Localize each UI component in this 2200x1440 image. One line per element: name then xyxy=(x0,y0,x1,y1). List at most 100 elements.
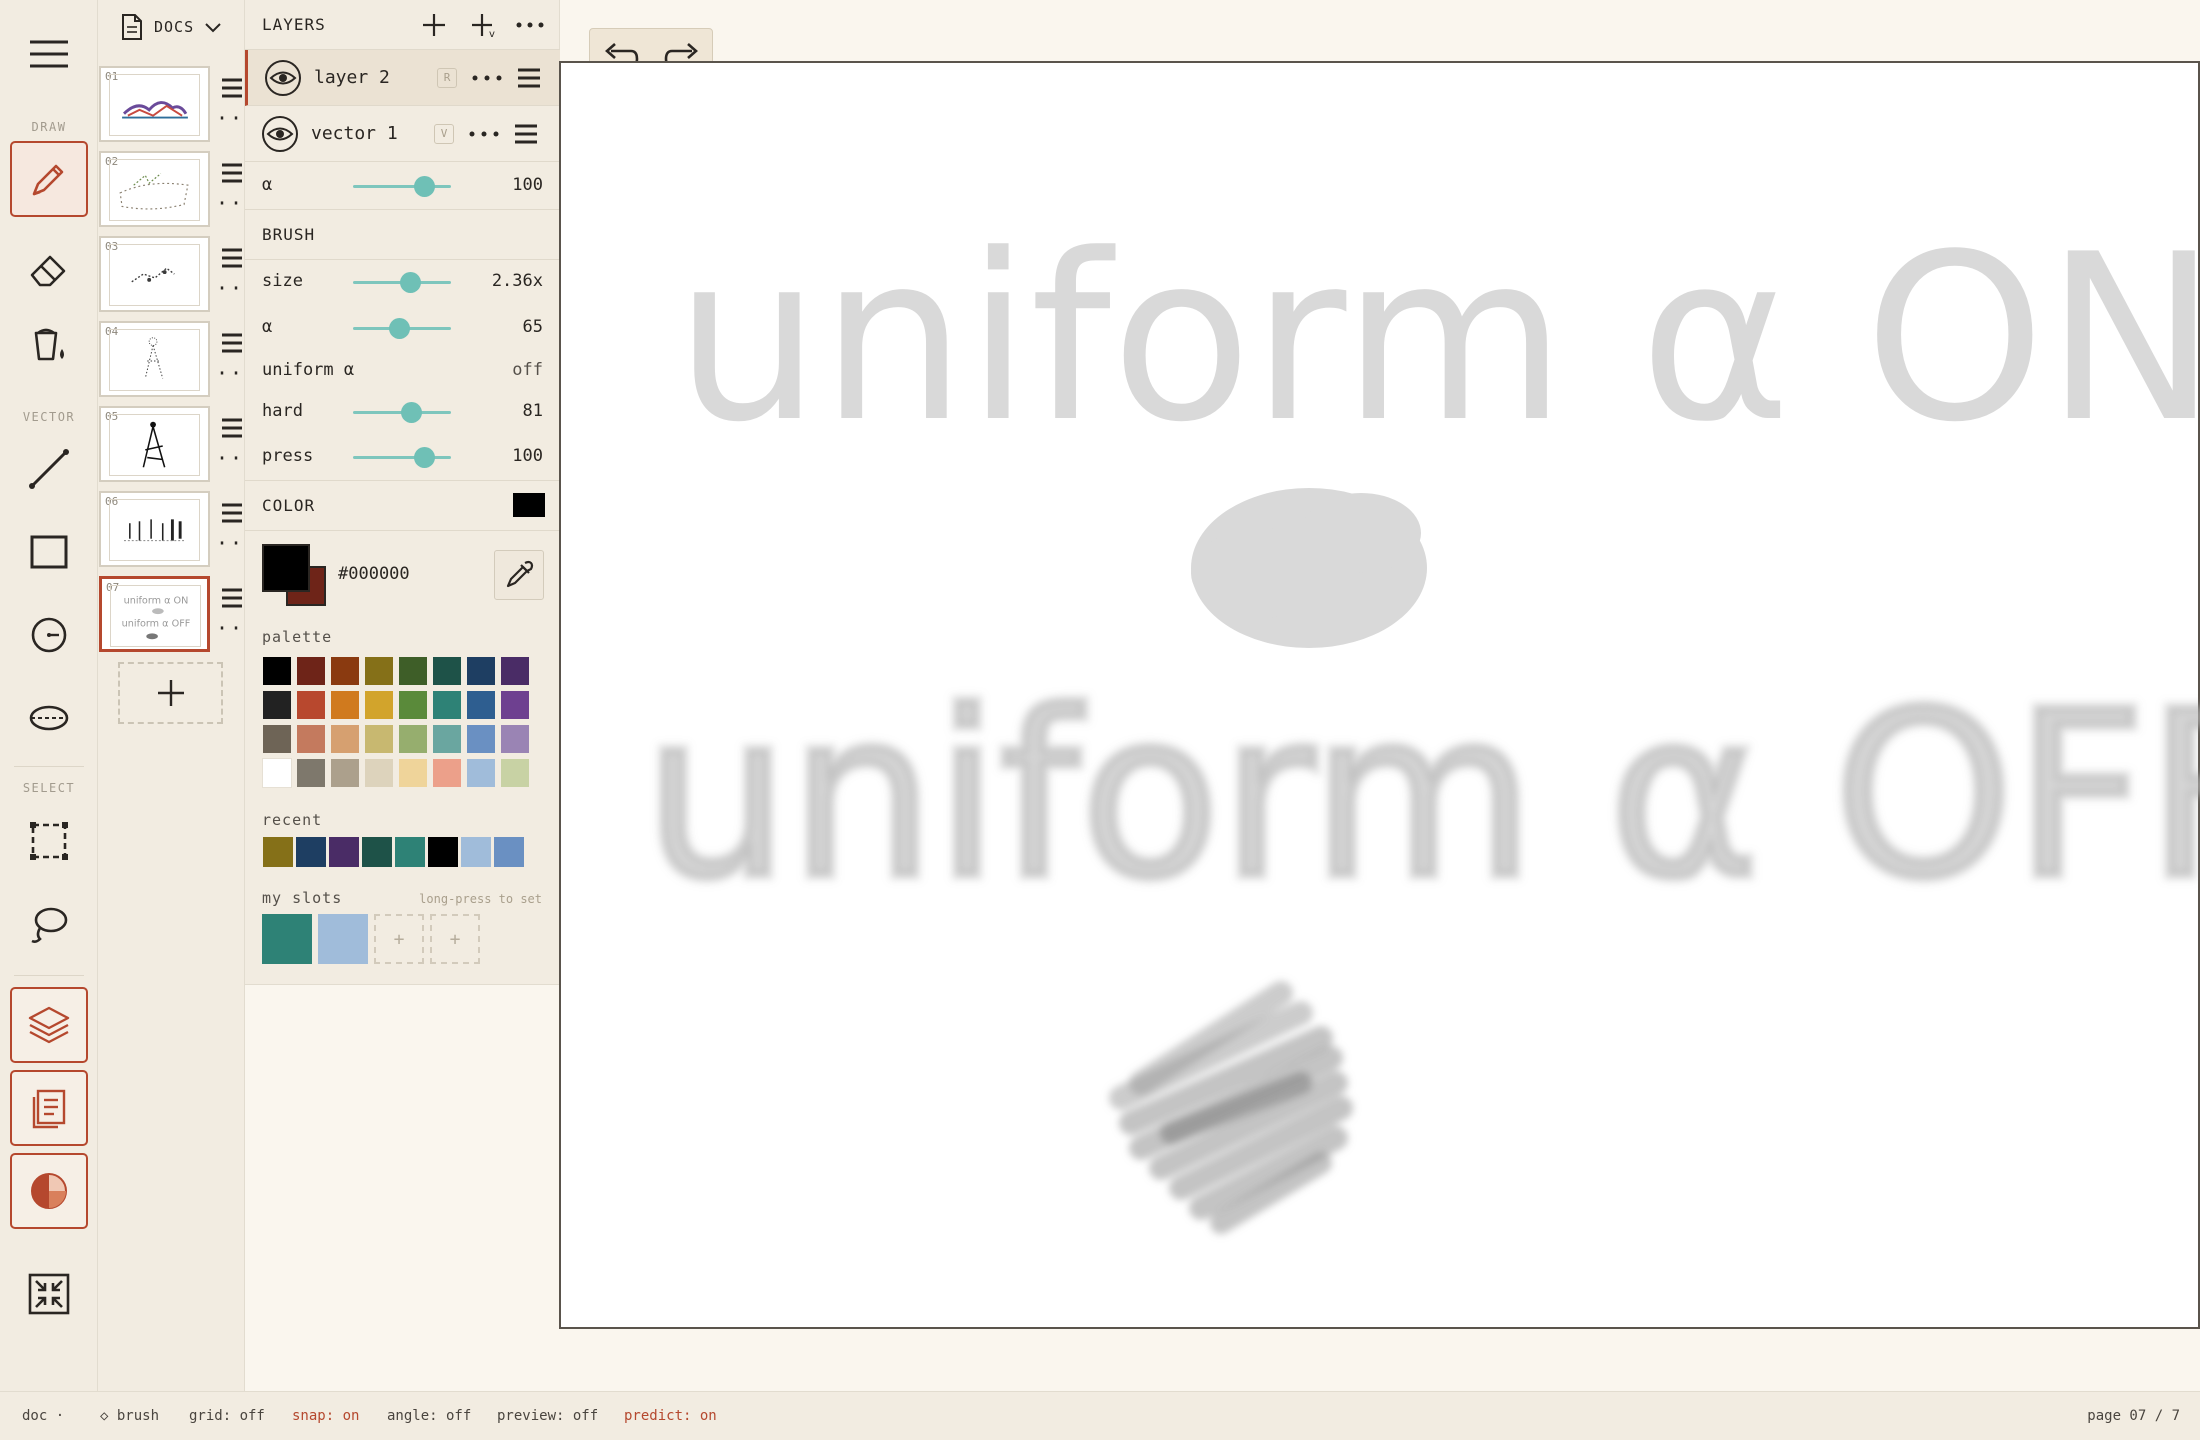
recent-swatch[interactable] xyxy=(427,836,459,868)
palette-swatch[interactable] xyxy=(364,656,394,686)
hex-value[interactable]: #000000 xyxy=(338,564,410,584)
palette-swatch[interactable] xyxy=(432,690,462,720)
palette-swatch[interactable] xyxy=(466,724,496,754)
palette-swatch[interactable] xyxy=(432,758,462,788)
status-angle[interactable]: angle: off xyxy=(387,1408,471,1424)
doc-drag-handle-icon[interactable] xyxy=(216,329,246,357)
color-slot[interactable] xyxy=(318,914,368,964)
palette-swatch[interactable] xyxy=(432,656,462,686)
palette-swatch[interactable] xyxy=(466,656,496,686)
brush-pressure-knob[interactable] xyxy=(413,447,435,468)
doc-thumbnail[interactable]: 03 xyxy=(99,236,210,312)
color-panel-toggle[interactable] xyxy=(10,1153,88,1229)
brush-alpha-knob[interactable] xyxy=(389,318,411,339)
palette-swatch[interactable] xyxy=(364,690,394,720)
visibility-eye-icon[interactable] xyxy=(261,115,299,153)
recent-swatch[interactable] xyxy=(262,836,294,868)
recent-swatch[interactable] xyxy=(361,836,393,868)
palette-swatch[interactable] xyxy=(262,690,292,720)
docs-dropdown[interactable]: DOCS xyxy=(120,12,222,42)
uniform-alpha-row[interactable]: uniform α off xyxy=(245,349,560,393)
palette-swatch[interactable] xyxy=(500,690,530,720)
drawing-canvas[interactable]: uniform α ON uniform α OFF xyxy=(559,61,2200,1329)
current-color-chip[interactable] xyxy=(513,493,545,517)
palette-swatch[interactable] xyxy=(262,758,292,788)
recent-swatch[interactable] xyxy=(394,836,426,868)
doc-thumbnail[interactable]: 04 xyxy=(99,321,210,397)
fill-tool-button[interactable] xyxy=(10,306,88,382)
status-snap[interactable]: snap: on xyxy=(292,1408,359,1424)
palette-swatch[interactable] xyxy=(364,724,394,754)
palette-swatch[interactable] xyxy=(398,724,428,754)
brush-hardness-knob[interactable] xyxy=(400,402,422,423)
palette-swatch[interactable] xyxy=(262,656,292,686)
lasso-tool-button[interactable] xyxy=(10,886,88,962)
doc-thumbnail[interactable]: 02 xyxy=(99,151,210,227)
recent-swatch[interactable] xyxy=(328,836,360,868)
add-doc-button[interactable] xyxy=(118,662,223,724)
palette-swatch[interactable] xyxy=(398,758,428,788)
primary-color-swatch[interactable] xyxy=(262,544,310,592)
palette-swatch[interactable] xyxy=(330,656,360,686)
add-layer-icon[interactable] xyxy=(421,12,447,38)
recent-swatch[interactable] xyxy=(493,836,525,868)
palette-swatch[interactable] xyxy=(296,656,326,686)
palette-swatch[interactable] xyxy=(364,758,394,788)
palette-swatch[interactable] xyxy=(330,724,360,754)
more-icon[interactable] xyxy=(515,20,545,30)
doc-more-icon[interactable]: ··· xyxy=(216,363,256,383)
menu-button[interactable] xyxy=(10,16,88,92)
layer-drag-handle-icon[interactable] xyxy=(511,119,541,149)
color-slot[interactable] xyxy=(262,914,312,964)
uniform-alpha-value[interactable]: off xyxy=(512,360,543,380)
pen-tool-button[interactable] xyxy=(10,141,88,217)
palette-swatch[interactable] xyxy=(432,724,462,754)
doc-more-icon[interactable]: ··· xyxy=(216,278,256,298)
layers-panel-toggle[interactable] xyxy=(10,987,88,1063)
circle-tool-button[interactable] xyxy=(10,597,88,673)
doc-drag-handle-icon[interactable] xyxy=(216,414,246,442)
doc-more-icon[interactable]: ··· xyxy=(216,448,256,468)
status-doc[interactable]: doc · xyxy=(22,1408,64,1424)
doc-drag-handle-icon[interactable] xyxy=(216,499,246,527)
doc-thumbnail[interactable]: 05 xyxy=(99,406,210,482)
status-grid[interactable]: grid: off xyxy=(189,1408,265,1424)
brush-size-knob[interactable] xyxy=(399,272,421,293)
palette-swatch[interactable] xyxy=(296,690,326,720)
layer-row[interactable]: vector 1 V xyxy=(245,106,560,162)
layer-alpha-knob[interactable] xyxy=(413,176,435,197)
doc-more-icon[interactable]: ··· xyxy=(216,618,256,638)
palette-swatch[interactable] xyxy=(296,724,326,754)
doc-more-icon[interactable]: ··· xyxy=(216,193,256,213)
layer-row[interactable]: layer 2 R xyxy=(245,50,560,106)
layer-alpha-track[interactable] xyxy=(353,185,451,188)
empty-color-slot[interactable]: + xyxy=(374,914,424,964)
empty-color-slot[interactable]: + xyxy=(430,914,480,964)
doc-thumbnail[interactable]: 01 xyxy=(99,66,210,142)
palette-swatch[interactable] xyxy=(500,758,530,788)
ellipse-tool-button[interactable] xyxy=(10,680,88,756)
visibility-eye-icon[interactable] xyxy=(264,59,302,97)
layer-drag-handle-icon[interactable] xyxy=(514,63,544,93)
palette-swatch[interactable] xyxy=(296,758,326,788)
layer-more-icon[interactable] xyxy=(470,68,504,88)
doc-thumbnail[interactable]: 06 xyxy=(99,491,210,567)
eraser-tool-button[interactable] xyxy=(10,230,88,306)
line-tool-button[interactable] xyxy=(10,431,88,507)
palette-swatch[interactable] xyxy=(500,724,530,754)
doc-thumbnail-current[interactable]: 07 uniform α ON uniform α OFF xyxy=(99,576,210,652)
palette-swatch[interactable] xyxy=(262,724,292,754)
brush-pressure-track[interactable] xyxy=(353,456,451,459)
doc-more-icon[interactable]: ··· xyxy=(216,533,256,553)
layer-more-icon[interactable] xyxy=(467,124,501,144)
rect-select-tool-button[interactable] xyxy=(10,803,88,879)
palette-swatch[interactable] xyxy=(466,690,496,720)
status-predict[interactable]: predict: on xyxy=(624,1408,717,1424)
palette-swatch[interactable] xyxy=(330,758,360,788)
palette-swatch[interactable] xyxy=(500,656,530,686)
doc-drag-handle-icon[interactable] xyxy=(216,159,246,187)
doc-drag-handle-icon[interactable] xyxy=(216,74,246,102)
palette-swatch[interactable] xyxy=(398,690,428,720)
palette-swatch[interactable] xyxy=(466,758,496,788)
palette-swatch[interactable] xyxy=(330,690,360,720)
